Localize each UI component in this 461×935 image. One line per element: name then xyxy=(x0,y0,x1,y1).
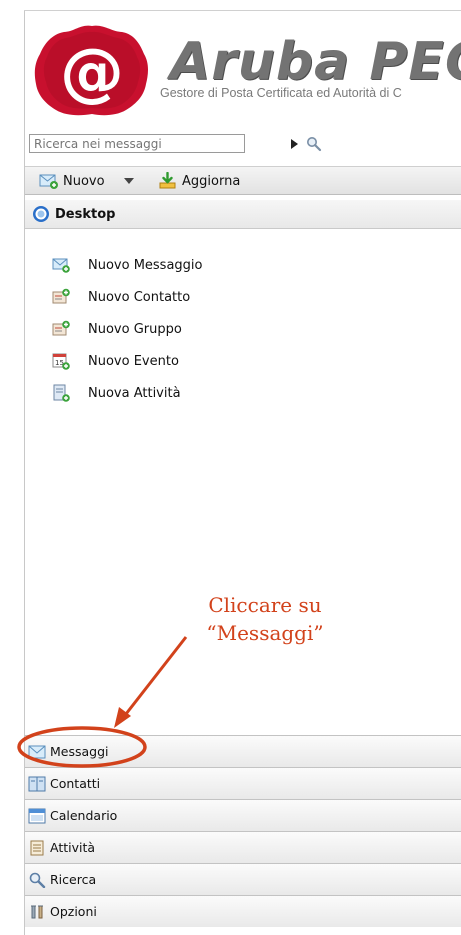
desktop-item-label: Nuovo Contatto xyxy=(88,289,191,305)
address-book-icon xyxy=(28,776,46,791)
nav-item-label: Attività xyxy=(50,840,96,855)
refresh-button[interactable]: Aggiorna xyxy=(158,171,240,191)
nav-item-search[interactable]: Ricerca xyxy=(25,863,461,895)
tools-icon xyxy=(31,905,43,918)
new-button[interactable]: Nuovo xyxy=(39,171,105,191)
annotation-line-1: Cliccare su xyxy=(208,593,322,617)
new-task-link[interactable]: Nuova Attività xyxy=(52,382,181,404)
svg-text:@: @ xyxy=(60,36,124,110)
desktop-item-label: Nuovo Gruppo xyxy=(88,321,182,337)
search-bar xyxy=(27,134,322,154)
brand-title: Aruba PEC xyxy=(170,32,461,92)
nav-item-options[interactable]: Opzioni xyxy=(25,895,461,927)
nav-item-calendar[interactable]: Calendario xyxy=(25,799,461,831)
nav-item-label: Opzioni xyxy=(50,904,97,919)
search-icon[interactable] xyxy=(306,136,322,152)
new-message-icon xyxy=(39,174,58,189)
new-message-icon xyxy=(52,258,70,273)
frame-border xyxy=(24,10,461,11)
new-task-icon xyxy=(53,384,70,402)
nav-item-contacts[interactable]: Contatti xyxy=(25,767,461,799)
new-contact-link[interactable]: Nuovo Contatto xyxy=(52,286,190,308)
search-options-arrow-icon[interactable] xyxy=(291,139,298,149)
search-input[interactable] xyxy=(29,134,245,153)
new-group-link[interactable]: Nuovo Gruppo xyxy=(52,318,182,340)
new-event-link[interactable]: 15 Nuovo Evento xyxy=(52,350,179,372)
new-event-icon: 15 xyxy=(52,353,70,370)
chevron-down-icon[interactable] xyxy=(124,178,134,184)
refresh-button-label: Aggiorna xyxy=(182,173,241,189)
desktop-item-label: Nuova Attività xyxy=(88,385,181,401)
toolbar: Nuovo Aggiorna xyxy=(25,166,461,195)
aruba-seal-logo: @ xyxy=(34,25,148,116)
nav-item-label: Messaggi xyxy=(50,744,109,759)
desktop-item-label: Nuovo Messaggio xyxy=(88,257,203,273)
nav-item-label: Contatti xyxy=(50,776,101,791)
desktop-title: Desktop xyxy=(55,206,116,222)
desktop-panel-header[interactable]: Desktop xyxy=(25,200,461,229)
new-contact-icon xyxy=(52,288,70,304)
desktop-item-label: Nuovo Evento xyxy=(88,353,179,369)
nav-item-label: Calendario xyxy=(50,808,118,823)
search-icon xyxy=(29,872,46,888)
annotation-callout: Cliccare su “Messaggi” xyxy=(180,591,350,647)
calendar-icon xyxy=(28,808,46,823)
brand-subtitle: Gestore di Posta Certificata ed Autorità… xyxy=(160,86,402,100)
new-message-link[interactable]: Nuovo Messaggio xyxy=(52,254,203,276)
task-list-icon xyxy=(30,840,44,855)
nav-item-messages[interactable]: Messaggi xyxy=(25,735,461,767)
annotation-line-2: “Messaggi” xyxy=(206,621,324,645)
desktop-icon xyxy=(33,206,49,222)
nav-item-tasks[interactable]: Attività xyxy=(25,831,461,863)
envelope-icon xyxy=(28,745,46,758)
new-group-icon xyxy=(52,320,70,336)
nav-item-label: Ricerca xyxy=(50,872,97,887)
download-refresh-icon xyxy=(159,172,176,189)
new-button-label: Nuovo xyxy=(63,173,105,189)
